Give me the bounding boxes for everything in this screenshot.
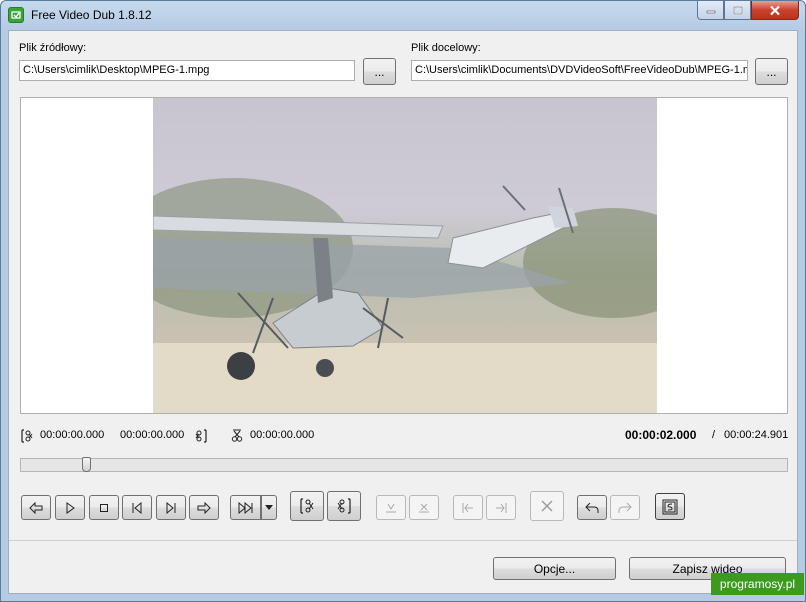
redo-button[interactable] [610,495,640,520]
delete-cut-button[interactable] [530,491,564,521]
source-file-field[interactable]: C:\Users\cimlik\Desktop\MPEG-1.mpg [19,60,355,81]
cut-start-icon [300,498,314,514]
delete-icon [541,500,553,512]
time-separator: / [712,429,716,441]
next-cut-button[interactable] [486,495,516,520]
video-preview [20,97,788,414]
divider [9,540,797,541]
set-cut-end-button[interactable] [327,491,361,521]
clear-end-icon [419,503,429,512]
go-end-button[interactable] [156,495,186,520]
stop-button[interactable] [89,495,119,520]
snapshot-icon [662,499,678,514]
scissors-icon [230,429,244,446]
title-bar[interactable]: Free Video Dub 1.8.12 [1,1,805,29]
fast-forward-button[interactable] [230,495,261,520]
target-file-label: Plik docelowy: [411,42,481,54]
fast-forward-icon [238,501,252,514]
fast-forward-dropdown[interactable] [261,495,277,520]
maximize-icon [732,5,743,15]
app-window: Free Video Dub 1.8.12 Plik źródłowy: C:\… [0,0,806,602]
cut-end-icon [337,498,351,514]
source-browse-button[interactable]: ... [363,58,396,85]
chevron-down-icon [265,505,273,510]
target-file-field[interactable]: C:\Users\cimlik\Documents\DVDVideoSoft\F… [411,60,748,81]
arrow-right-icon [197,501,211,514]
clear-start-button[interactable] [376,495,406,520]
undo-icon [585,502,599,513]
play-icon [66,501,75,514]
prev-frame-button[interactable] [21,495,51,520]
minimize-button[interactable] [697,1,724,20]
redo-icon [618,502,632,513]
next-cut-icon [496,502,507,513]
cut-end-icon[interactable] [194,429,208,446]
clear-start-icon [386,503,396,512]
current-time: 00:00:02.000 [625,428,697,442]
app-icon [8,7,24,23]
minimize-icon [706,10,715,14]
undo-button[interactable] [577,495,607,520]
total-time: 00:00:24.901 [724,429,789,441]
prev-cut-button[interactable] [453,495,483,520]
options-button[interactable]: Opcje... [493,557,616,580]
prev-cut-icon [462,502,473,513]
skip-back-icon [132,501,142,514]
mark-end-time: 00:00:00.000 [120,429,185,441]
watermark-logo: programosy.pl [711,573,804,595]
cut-start-icon[interactable] [20,429,34,446]
next-frame-button[interactable] [189,495,219,520]
clear-end-button[interactable] [409,495,439,520]
main-panel: Plik źródłowy: C:\Users\cimlik\Desktop\M… [8,30,798,594]
snapshot-button[interactable] [655,493,685,520]
mark-start-time: 00:00:00.000 [40,429,105,441]
skip-forward-icon [166,501,176,514]
maximize-button[interactable] [724,1,751,20]
timeline-slider[interactable] [20,458,788,472]
play-button[interactable] [55,495,85,520]
set-cut-start-button[interactable] [290,491,324,521]
video-frame [153,98,657,413]
close-button[interactable] [751,1,799,20]
cut-time: 00:00:00.000 [250,429,315,441]
stop-icon [100,503,108,512]
video-frame-image [153,178,657,413]
close-icon [770,5,780,15]
arrow-left-icon [29,501,43,514]
target-browse-button[interactable]: ... [755,58,788,85]
window-title: Free Video Dub 1.8.12 [31,8,152,22]
go-start-button[interactable] [122,495,152,520]
timeline-slider-thumb[interactable] [82,457,91,472]
source-file-label: Plik źródłowy: [19,42,87,54]
